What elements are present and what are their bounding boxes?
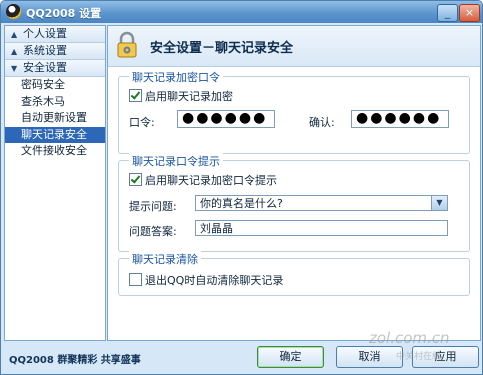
footer-slogan: QQ2008 群聚精彩 共享盛事 bbox=[9, 355, 141, 366]
auto-clear-checkbox[interactable] bbox=[129, 273, 142, 286]
panel-header: 安全设置－聊天记录安全 bbox=[108, 26, 480, 67]
settings-sidebar: ▲ 个人设置 ▲ 系统设置 ▼ 安全设置 密码安全 查杀木马 自动更新设置 聊天记录安… bbox=[4, 25, 106, 341]
sidebar-group-security[interactable]: ▼ 安全设置 bbox=[5, 60, 105, 77]
sidebar-group-label: 个人设置 bbox=[23, 27, 67, 40]
chevron-down-icon[interactable]: ▼ bbox=[431, 196, 447, 210]
question-dropdown[interactable]: 你的真名是什么? ▼ bbox=[195, 195, 448, 211]
window-title: QQ2008 设置 bbox=[26, 7, 102, 20]
lock-gear-icon bbox=[117, 31, 137, 58]
qq-penguin-icon bbox=[6, 4, 21, 19]
ok-button[interactable]: 确定 bbox=[257, 346, 324, 368]
minimize-button[interactable]: _ bbox=[437, 4, 458, 22]
sidebar-group-system[interactable]: ▲ 系统设置 bbox=[5, 43, 105, 60]
sidebar-item-trojan-scan[interactable]: 查杀木马 bbox=[5, 94, 105, 111]
answer-field[interactable]: 刘晶晶 bbox=[195, 220, 448, 236]
collapsed-arrow-icon: ▲ bbox=[11, 30, 18, 39]
settings-panel: 安全设置－聊天记录安全 聊天记录加密口令 启用聊天记录加密 口令: ●●●●●●… bbox=[107, 25, 481, 341]
expanded-arrow-icon: ▼ bbox=[11, 64, 18, 73]
enable-encryption-checkbox[interactable] bbox=[129, 89, 142, 102]
sidebar-item-auto-update[interactable]: 自动更新设置 bbox=[5, 110, 105, 127]
sidebar-group-label: 安全设置 bbox=[23, 61, 67, 74]
answer-label: 问题答案: bbox=[129, 225, 177, 238]
confirm-label: 确认: bbox=[309, 116, 335, 129]
panel-title: 安全设置－聊天记录安全 bbox=[150, 41, 294, 56]
hint-legend: 聊天记录口令提示 bbox=[129, 153, 223, 169]
collapsed-arrow-icon: ▲ bbox=[11, 47, 18, 56]
settings-window: QQ2008 设置 _ × ▲ 个人设置 ▲ 系统设置 ▼ 安全设置 密码安全 查杀木… bbox=[0, 0, 483, 375]
sidebar-group-personal[interactable]: ▲ 个人设置 bbox=[5, 26, 105, 43]
confirm-password-field[interactable]: ●●●●●● bbox=[351, 110, 449, 128]
sidebar-group-label: 系统设置 bbox=[23, 44, 67, 57]
sidebar-item-password-security[interactable]: 密码安全 bbox=[5, 77, 105, 94]
encrypt-legend: 聊天记录加密口令 bbox=[129, 69, 223, 85]
clear-legend: 聊天记录清除 bbox=[129, 251, 201, 267]
sidebar-item-file-receive-security[interactable]: 文件接收安全 bbox=[5, 143, 105, 160]
encrypt-groupbox: 聊天记录加密口令 启用聊天记录加密 口令: ●●●●●● 确认: ●●●●●● bbox=[118, 69, 470, 154]
password-field[interactable]: ●●●●●● bbox=[177, 110, 275, 128]
watermark-text: zol.com.cn bbox=[369, 329, 450, 347]
hint-groupbox: 聊天记录口令提示 启用聊天记录加密口令提示 提示问题: 你的真名是什么? ▼ 问… bbox=[118, 153, 470, 252]
question-value: 你的真名是什么? bbox=[200, 197, 283, 210]
enable-hint-checkbox[interactable] bbox=[129, 173, 142, 186]
enable-hint-label: 启用聊天记录加密口令提示 bbox=[145, 174, 277, 187]
sidebar-item-chat-history-security[interactable]: 聊天记录安全 bbox=[5, 126, 105, 143]
auto-clear-label: 退出QQ时自动清除聊天记录 bbox=[145, 274, 284, 287]
close-button[interactable]: × bbox=[459, 4, 480, 22]
enable-encryption-label: 启用聊天记录加密 bbox=[145, 90, 233, 103]
clear-groupbox: 聊天记录清除 退出QQ时自动清除聊天记录 bbox=[118, 251, 470, 296]
watermark-subtext: 中关村在线 bbox=[396, 352, 442, 362]
question-label: 提示问题: bbox=[129, 200, 177, 213]
password-label: 口令: bbox=[129, 116, 155, 129]
title-bar[interactable]: QQ2008 设置 _ × bbox=[1, 1, 482, 23]
cancel-button[interactable]: 取消 bbox=[336, 346, 403, 368]
